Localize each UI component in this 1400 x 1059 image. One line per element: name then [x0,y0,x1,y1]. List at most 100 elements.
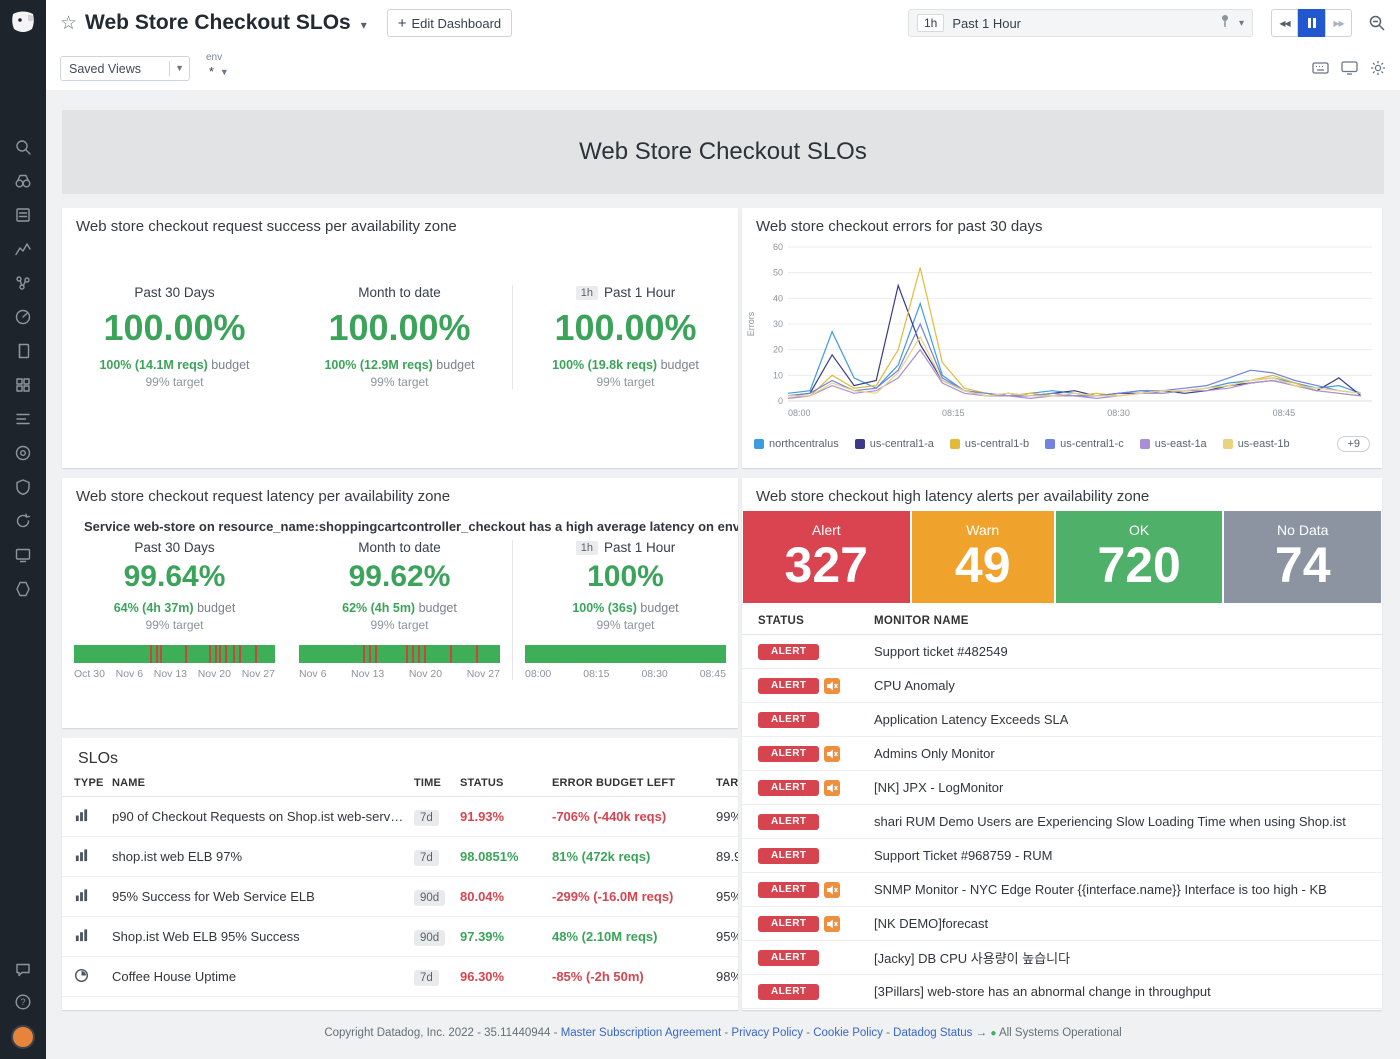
time-range-picker[interactable]: 1h Past 1 Hour ▾ [908,9,1253,37]
slo-status-value: 99.64% [74,560,275,594]
monitor-name: Support ticket #482549 [874,644,1008,659]
chat-icon[interactable] [14,961,32,979]
legend-overflow-pill[interactable]: +9 [1337,436,1370,452]
alert-status-badge: ALERT [758,780,819,796]
slo-history-bar[interactable] [74,645,275,663]
incident-mark [369,645,371,663]
panel-latency-alerts: Web store checkout high latency alerts p… [742,478,1382,1010]
user-avatar[interactable] [11,1025,35,1049]
timeline-tick-label: 08:15 [583,668,609,680]
slo-table-body: p90 of Checkout Requests on Shop.ist web… [62,797,738,997]
footer-link[interactable]: Master Subscription Agreement [561,1027,721,1039]
slo-row[interactable]: p90 of Checkout Requests on Shop.ist web… [62,797,738,837]
search-icon[interactable] [14,138,32,156]
monitor-row[interactable]: ALERT [Jacky] DB CPU 사용량이 높습니다 [742,941,1382,975]
monitor-status-cell: ALERT [758,780,874,796]
time-range-chevron-down-icon[interactable]: ▾ [1239,18,1244,29]
monitor-row[interactable]: ALERT Support Ticket #968759 - RUM [742,839,1382,873]
monitor-row[interactable]: ALERT [NK DEMO]forecast [742,907,1382,941]
logs-icon[interactable] [14,410,32,428]
datadog-logo[interactable] [8,8,38,38]
monitor-status-cell: ALERT [758,984,874,1000]
slo-row[interactable]: 95% Success for Web Service ELB 90d 80.0… [62,877,738,917]
events-icon[interactable] [14,206,32,224]
panel-slo-list: SLOs TYPENAMETIMESTATUSERROR BUDGET LEFT… [62,738,738,1010]
apm-icon[interactable] [14,308,32,326]
watchdog-icon[interactable] [14,172,32,190]
edit-dashboard-button[interactable]: + Edit Dashboard [387,9,512,37]
legend-item[interactable]: northcentralus [754,438,839,450]
legend-item[interactable]: us-east-1b [1223,438,1290,450]
monitor-row[interactable]: ALERT Admins Only Monitor [742,737,1382,771]
panel-title: Web store checkout errors for past 30 da… [742,208,1382,239]
notebooks-icon[interactable] [14,342,32,360]
slo-error-budget-left: -299% (-16.0M reqs) [552,889,716,904]
monitor-row[interactable]: ALERT Support ticket #482549 [742,635,1382,669]
legend-item[interactable]: us-central1-c [1045,438,1124,450]
status-tile-alert[interactable]: Alert 327 [743,511,910,603]
slo-description: Service web-store on resource_name:shopp… [62,509,738,534]
monitor-name: Support Ticket #968759 - RUM [874,848,1052,863]
incident-mark [363,645,365,663]
pin-icon[interactable] [1219,14,1231,33]
ci-icon[interactable] [14,512,32,530]
slo-target: 99% target [74,375,275,389]
alert-status-badge: ALERT [758,916,819,932]
slo-row[interactable]: Coffee House Uptime 7d 96.30% -85% (-2h … [62,957,738,997]
footer-link[interactable]: Cookie Policy [813,1027,883,1039]
legend-item[interactable]: us-central1-a [855,438,934,450]
serverless-icon[interactable] [14,580,32,598]
help-icon[interactable]: ? [14,993,32,1011]
status-tile-ok[interactable]: OK 720 [1056,511,1223,603]
slo-history-bar[interactable] [299,645,500,663]
rum-icon[interactable] [14,546,32,564]
security-icon[interactable] [14,478,32,496]
monitor-row[interactable]: ALERT shari RUM Demo Users are Experienc… [742,805,1382,839]
monitor-name: [3Pillars] web-store has an abnormal cha… [874,984,1211,999]
legend-label: us-central1-b [965,438,1029,450]
status-tile-count: 720 [1056,538,1223,592]
integrations-icon[interactable] [14,274,32,292]
metrics-icon[interactable] [14,240,32,258]
legend-item[interactable]: us-central1-b [950,438,1029,450]
monitor-row[interactable]: ALERT SNMP Monitor - NYC Edge Router {{i… [742,873,1382,907]
status-tile-no-data[interactable]: No Data 74 [1224,511,1381,603]
env-variable-dropdown[interactable]: * ▼ [204,63,234,83]
legend-item[interactable]: us-east-1a [1140,438,1207,450]
footer-link[interactable]: Datadog Status → [893,1027,987,1039]
monitor-row[interactable]: ALERT CPU Anomaly [742,669,1382,703]
status-tile-warn[interactable]: Warn 49 [912,511,1054,603]
monitor-row[interactable]: ALERT [3Pillars] web-store has an abnorm… [742,975,1382,1009]
tv-mode-icon[interactable] [1341,61,1358,75]
monitor-row[interactable]: ALERT [NK] JPX - LogMonitor [742,771,1382,805]
slo-error-budget: 100% (19.8k reqs) budget [525,358,726,372]
slo-column-header: TIME [414,777,460,789]
time-range-badge: 1h [917,14,944,32]
slo-summary: Past 30 Days 99.64% 64% (4h 37m) budget … [62,540,738,680]
slo-time-window: 1hPast 1 Hour 100% 100% (36s) budget 99%… [512,540,738,680]
template-variable-env: env * ▼ [204,52,234,83]
slo-row[interactable]: shop.ist web ELB 97% 7d 98.0851% 81% (47… [62,837,738,877]
status-tile-label: Warn [912,522,1054,538]
saved-views-dropdown[interactable]: Saved Views ▼ [60,56,190,81]
errors-line-chart[interactable]: 010203040506008:0008:1508:3008:45Errors [742,239,1382,432]
alert-status-badge: ALERT [758,644,819,660]
pause-button[interactable] [1298,9,1325,37]
keyboard-icon[interactable] [1312,61,1329,75]
incident-mark [424,645,426,663]
favorite-star-icon[interactable]: ☆ [60,12,77,35]
infrastructure-icon[interactable] [14,376,32,394]
slo-row[interactable]: Shop.ist Web ELB 95% Success 90d 97.39% … [62,917,738,957]
svg-text:08:00: 08:00 [788,408,811,418]
title-chevron-down-icon[interactable]: ▾ [361,18,367,32]
synthetics-icon[interactable] [14,444,32,462]
monitor-row[interactable]: ALERT Application Latency Exceeds SLA [742,703,1382,737]
rewind-button[interactable]: ◀◀ [1271,9,1298,37]
slo-history-bar[interactable] [525,645,726,663]
zoom-out-button[interactable] [1368,14,1386,32]
monitor-status-cell: ALERT [758,712,874,728]
monitor-name-column-header: MONITOR NAME [874,615,969,627]
forward-button[interactable]: ▶▶ [1325,9,1352,37]
settings-gear-icon[interactable] [1370,60,1386,76]
footer-link[interactable]: Privacy Policy [731,1027,803,1039]
